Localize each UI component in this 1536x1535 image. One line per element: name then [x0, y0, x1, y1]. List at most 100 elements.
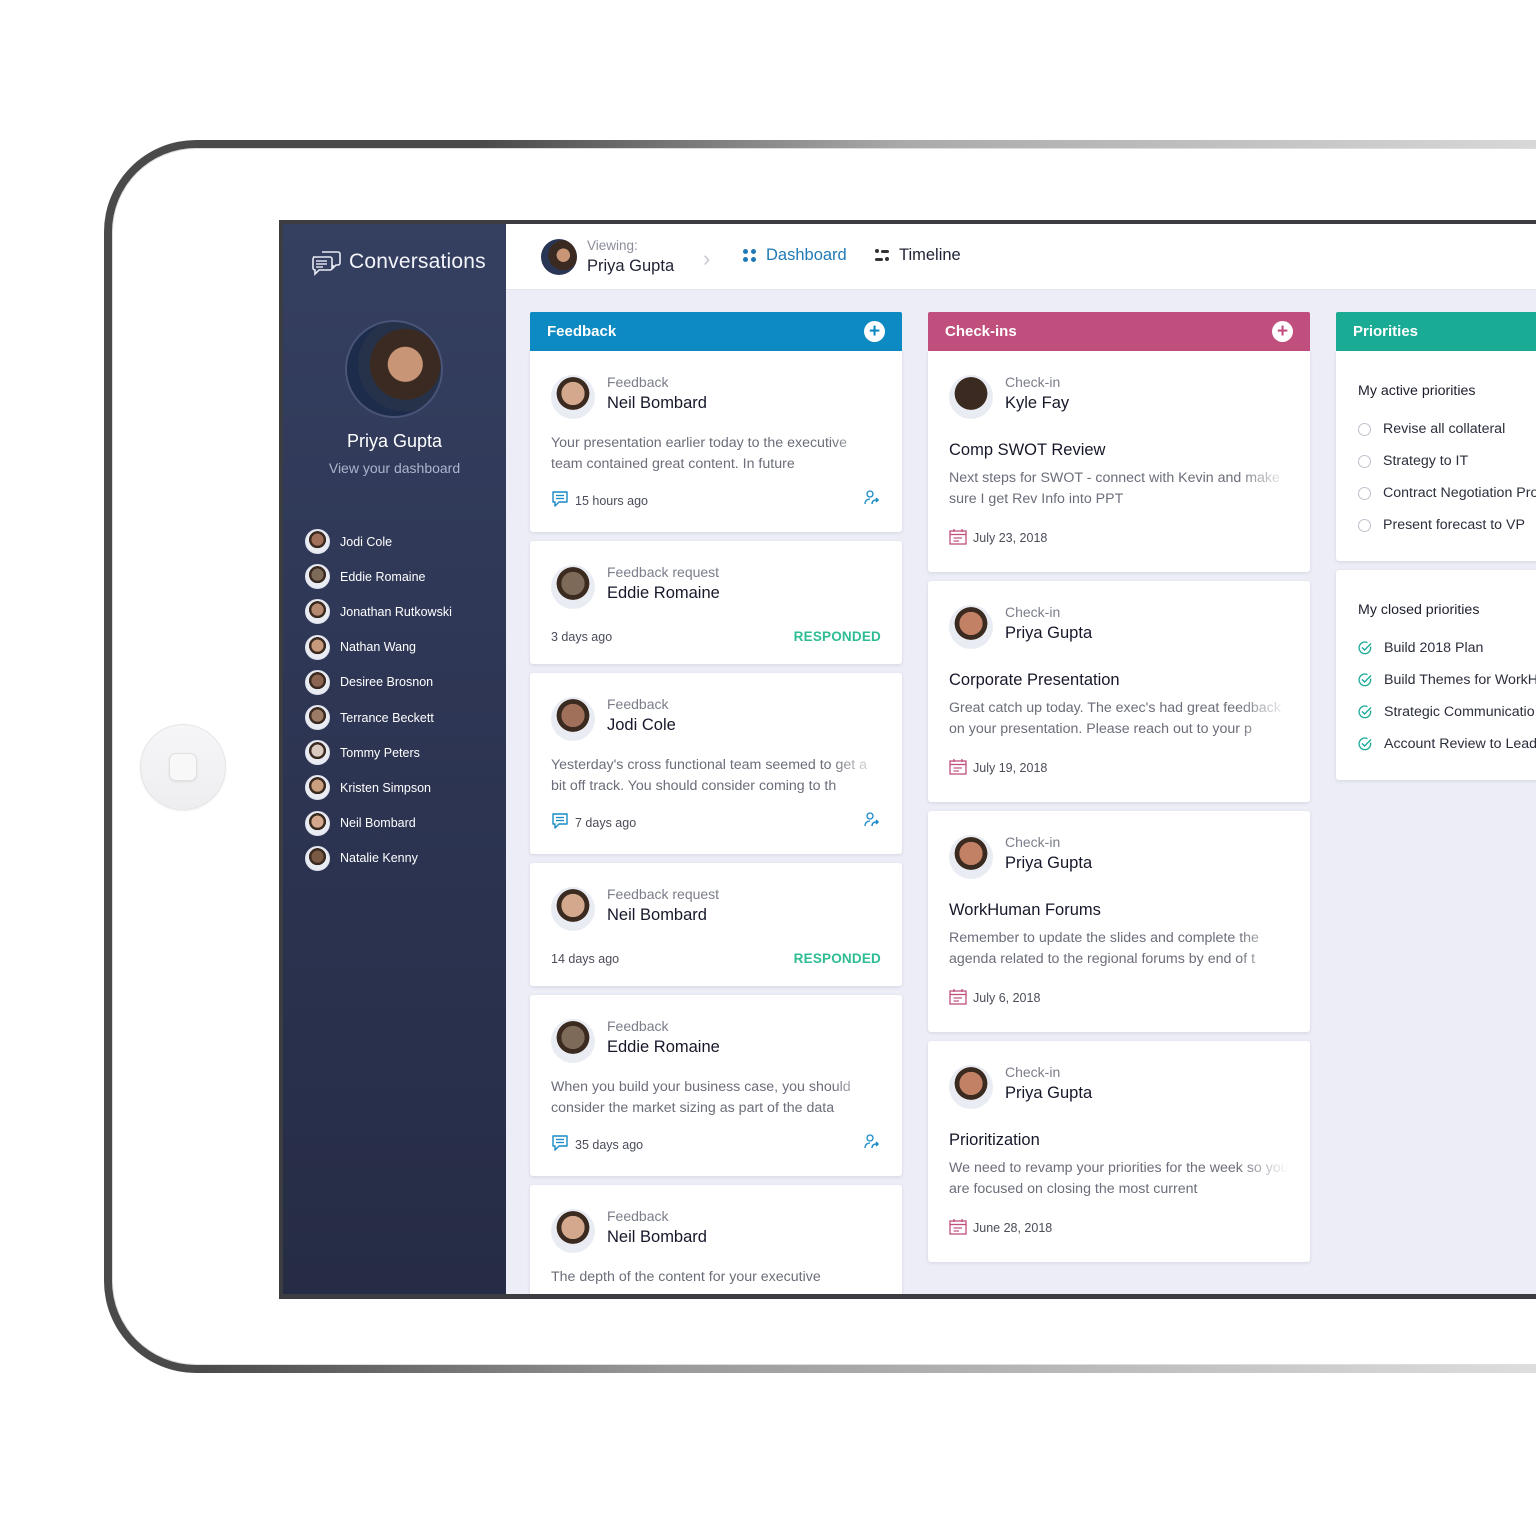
sidebar-person[interactable]: Jodi Cole: [305, 524, 452, 559]
active-priorities-card: My active priorities Revise all collater…: [1336, 351, 1536, 561]
app-title: Conversations: [349, 250, 486, 273]
closed-priorities-card: My closed priorities Build 2018 Plan Buil…: [1336, 570, 1536, 780]
checkin-card[interactable]: Check-in Priya Gupta Prioritization We need…: [928, 1041, 1310, 1262]
active-priority-item[interactable]: Strategy to IT: [1358, 445, 1534, 477]
priority-label: Strategy to IT: [1383, 453, 1469, 469]
sidebar-person[interactable]: Eddie Romaine: [305, 559, 452, 594]
sidebar-person[interactable]: Kristen Simpson: [305, 770, 452, 805]
chat-bubbles-icon: [312, 251, 341, 276]
feedback-card[interactable]: Feedback Neil Bombard The depth of the con…: [530, 1185, 902, 1294]
card-meta: Feedback Eddie Romaine: [607, 1017, 720, 1059]
closed-priority-item[interactable]: Build 2018 Plan: [1358, 632, 1534, 664]
priority-label: Revise all collateral: [1383, 421, 1506, 437]
active-priority-item[interactable]: Revise all collateral: [1358, 413, 1534, 445]
checkin-card[interactable]: Check-in Kyle Fay Comp SWOT Review Next ste…: [928, 351, 1310, 572]
home-button[interactable]: [140, 724, 226, 810]
share-user-icon[interactable]: [863, 811, 881, 834]
person-avatar: [305, 669, 330, 695]
view-dashboard-link[interactable]: View your dashboard: [283, 460, 506, 476]
feedback-card[interactable]: Feedback Jodi Cole Yesterday's cross funct…: [530, 673, 902, 854]
tab-dashboard[interactable]: Dashboard: [743, 246, 847, 265]
priority-label: Account Review to Lead: [1384, 736, 1536, 752]
app-brand[interactable]: Conversations: [311, 248, 486, 276]
person-name: Neil Bombard: [340, 816, 416, 831]
sidebar-person[interactable]: Natalie Kenny: [305, 841, 452, 876]
sidebar-person[interactable]: Jonathan Rutkowski: [305, 594, 452, 629]
profile-name[interactable]: Priya Gupta: [283, 431, 506, 452]
checkin-title: Prioritization: [949, 1131, 1040, 1149]
tab-timeline-label: Timeline: [899, 246, 961, 264]
closed-priority-item[interactable]: Build Themes for WorkH: [1358, 664, 1536, 696]
add-feedback-button[interactable]: +: [864, 321, 885, 342]
priority-label: Contract Negotiation Pro: [1383, 485, 1536, 501]
share-user-icon[interactable]: [863, 489, 881, 512]
checkins-title: Check-ins: [945, 323, 1017, 340]
card-body: When you build your business case, you s…: [551, 1079, 851, 1116]
people-list: Jodi Cole Eddie Romaine Jonathan Rutkowski…: [305, 524, 452, 876]
share-user-icon[interactable]: [863, 1133, 881, 1156]
responded-status[interactable]: RESPONDED: [794, 951, 881, 966]
feedback-card[interactable]: Feedback Neil Bombard Your presentation ea…: [530, 351, 902, 532]
tablet-frame-top-edge: [480, 140, 1536, 148]
card-type: Check-in: [1005, 374, 1061, 390]
author-avatar: [551, 1019, 595, 1063]
closed-priority-item[interactable]: Account Review to Lead: [1358, 728, 1536, 760]
tab-timeline[interactable]: Timeline: [875, 246, 961, 265]
card-time: 14 days ago: [551, 952, 619, 966]
feedback-card[interactable]: Feedback Eddie Romaine When you build your…: [530, 995, 902, 1176]
card-header: Feedback Neil Bombard: [551, 351, 881, 419]
sidebar-person[interactable]: Tommy Peters: [305, 735, 452, 770]
sidebar-person[interactable]: Neil Bombard: [305, 806, 452, 841]
priority-label: Strategic Communicatio: [1384, 704, 1535, 720]
feedback-card[interactable]: Feedback request Eddie Romaine 3 days ago R…: [530, 541, 902, 664]
card-meta: Feedback Neil Bombard: [607, 373, 707, 415]
card-meta: Check-in Priya Gupta: [1005, 833, 1092, 875]
calendar-icon: [949, 1218, 967, 1238]
date-text: June 28, 2018: [973, 1221, 1053, 1235]
author-avatar: [551, 565, 595, 609]
check-circle-icon: [1358, 673, 1372, 687]
priorities-column: Priorities My active priorities Revise a…: [1336, 312, 1536, 789]
responded-status[interactable]: RESPONDED: [794, 629, 881, 644]
active-priorities-heading: My active priorities: [1358, 383, 1476, 399]
radio-unchecked-icon[interactable]: [1358, 486, 1371, 500]
viewing-label: Viewing:: [587, 238, 638, 253]
sidebar-person[interactable]: Nathan Wang: [305, 630, 452, 665]
sidebar-person[interactable]: Desiree Brosnon: [305, 665, 452, 700]
active-priority-item[interactable]: Present forecast to VP: [1358, 509, 1534, 541]
card-body: Yesterday's cross functional team seemed…: [551, 757, 868, 794]
person-avatar: [305, 810, 330, 836]
card-body: Remember to update the slides and comple…: [949, 930, 1259, 967]
sidebar-person[interactable]: Terrance Beckett: [305, 700, 452, 735]
add-checkin-button[interactable]: +: [1272, 321, 1293, 342]
radio-unchecked-icon[interactable]: [1358, 422, 1371, 436]
person-name: Desiree Brosnon: [340, 675, 434, 690]
card-body: Next steps for SWOT - connect with Kevin…: [949, 470, 1280, 507]
author-name: Kyle Fay: [1005, 394, 1070, 412]
card-header: Feedback Eddie Romaine: [551, 995, 881, 1063]
card-footer: 15 hours ago: [551, 475, 881, 532]
author-avatar: [551, 697, 595, 741]
checkin-card[interactable]: Check-in Priya Gupta Corporate Presentatio…: [928, 581, 1310, 802]
profile-avatar[interactable]: [347, 322, 441, 416]
calendar-icon: [949, 528, 967, 548]
feedback-header: Feedback +: [530, 312, 902, 351]
checkin-card[interactable]: Check-in Priya Gupta WorkHuman Forums Remem…: [928, 811, 1310, 1032]
priorities-title: Priorities: [1353, 323, 1419, 340]
card-type: Check-in: [1005, 1064, 1061, 1080]
active-priority-item[interactable]: Contract Negotiation Pro: [1358, 477, 1536, 509]
radio-unchecked-icon[interactable]: [1358, 518, 1371, 532]
closed-priority-item[interactable]: Strategic Communicatio: [1358, 696, 1535, 728]
author-avatar: [949, 835, 993, 879]
time-ago: 35 days ago: [575, 1137, 644, 1152]
person-avatar: [305, 599, 330, 625]
person-avatar: [305, 705, 330, 731]
viewing-name[interactable]: Priya Gupta: [587, 257, 674, 276]
card-header: Feedback request Eddie Romaine: [551, 541, 881, 609]
checkin-date: June 28, 2018: [949, 1218, 1052, 1238]
radio-unchecked-icon[interactable]: [1358, 454, 1371, 468]
feedback-card[interactable]: Feedback request Neil Bombard 14 days ago R…: [530, 863, 902, 986]
calendar-icon: [949, 988, 967, 1008]
author-name: Priya Gupta: [1005, 854, 1093, 872]
person-avatar: [305, 740, 330, 766]
